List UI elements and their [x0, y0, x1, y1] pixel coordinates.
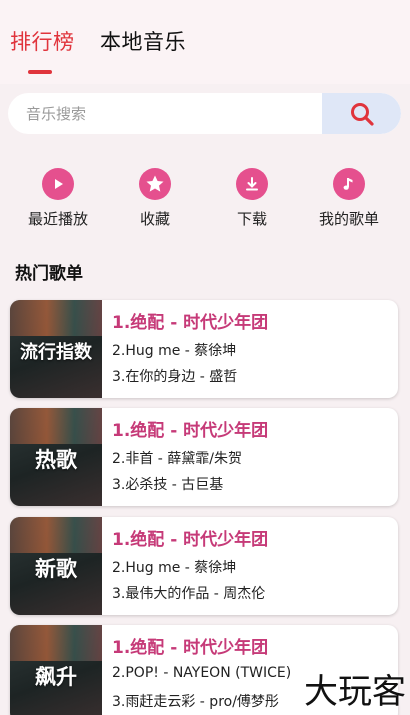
quick-action-label: 我的歌单	[318, 210, 379, 228]
cover-label: 新歌	[35, 557, 77, 581]
song-item: 3.必杀技 - 古巨基	[112, 477, 224, 493]
tab-local-music[interactable]: 本地音乐	[100, 26, 186, 56]
search-button[interactable]	[322, 93, 401, 134]
song-item: 2.POP! - NAYEON (TWICE)	[112, 665, 292, 681]
quick-action-label: 下载	[236, 210, 267, 228]
play-icon	[42, 168, 74, 200]
cover-art	[10, 300, 102, 336]
download-button[interactable]: 下载	[207, 165, 297, 229]
quick-action-label: 收藏	[139, 210, 170, 228]
top-tab-bar: 排行榜 本地音乐	[0, 0, 410, 84]
playlist-cover: 新歌	[10, 517, 102, 615]
section-title: 热门歌单	[15, 264, 83, 284]
favorites-button[interactable]: 收藏	[110, 165, 200, 229]
song-item: 1.绝配 - 时代少年团	[112, 638, 269, 658]
song-item: 1.绝配 - 时代少年团	[112, 530, 269, 550]
playlist-card[interactable]: 流行指数 1.绝配 - 时代少年团 2.Hug me - 蔡徐坤 3.在你的身边…	[10, 300, 398, 398]
watermark: 大玩客	[304, 672, 406, 712]
download-icon	[236, 168, 268, 200]
search-input[interactable]	[8, 93, 322, 134]
playlist-card[interactable]: 热歌 1.绝配 - 时代少年团 2.非首 - 薛黛霏/朱贺 3.必杀技 - 古巨…	[10, 408, 398, 506]
cover-art	[10, 625, 102, 661]
song-item: 3.最伟大的作品 - 周杰伦	[112, 586, 266, 602]
song-item: 2.非首 - 薛黛霏/朱贺	[112, 451, 243, 467]
song-item: 3.在你的身边 - 盛哲	[112, 369, 238, 385]
tab-ranking[interactable]: 排行榜	[10, 26, 75, 56]
playlist-cover: 流行指数	[10, 300, 102, 398]
active-tab-indicator	[28, 70, 52, 74]
playlist-card[interactable]: 新歌 1.绝配 - 时代少年团 2.Hug me - 蔡徐坤 3.最伟大的作品 …	[10, 517, 398, 615]
song-item: 2.Hug me - 蔡徐坤	[112, 343, 237, 359]
song-item: 3.雨赶走云彩 - pro/傅梦彤	[112, 694, 279, 710]
recent-play-button[interactable]: 最近播放	[13, 165, 103, 229]
song-item: 1.绝配 - 时代少年团	[112, 313, 269, 333]
cover-art	[10, 408, 102, 444]
cover-label: 热歌	[35, 448, 77, 472]
search-bar	[8, 93, 401, 134]
song-item: 1.绝配 - 时代少年团	[112, 421, 269, 441]
cover-label: 流行指数	[20, 342, 92, 363]
quick-actions: 最近播放 收藏 下载 我的歌单	[0, 165, 410, 230]
search-icon	[350, 102, 374, 126]
song-item: 2.Hug me - 蔡徐坤	[112, 560, 237, 576]
cover-art	[10, 517, 102, 553]
playlist-cover: 热歌	[10, 408, 102, 506]
quick-action-label: 最近播放	[27, 210, 88, 228]
cover-label: 飙升	[35, 665, 77, 689]
music-note-icon	[333, 168, 365, 200]
my-playlist-button[interactable]: 我的歌单	[304, 165, 394, 229]
playlist-cover: 飙升	[10, 625, 102, 715]
star-icon	[139, 168, 171, 200]
